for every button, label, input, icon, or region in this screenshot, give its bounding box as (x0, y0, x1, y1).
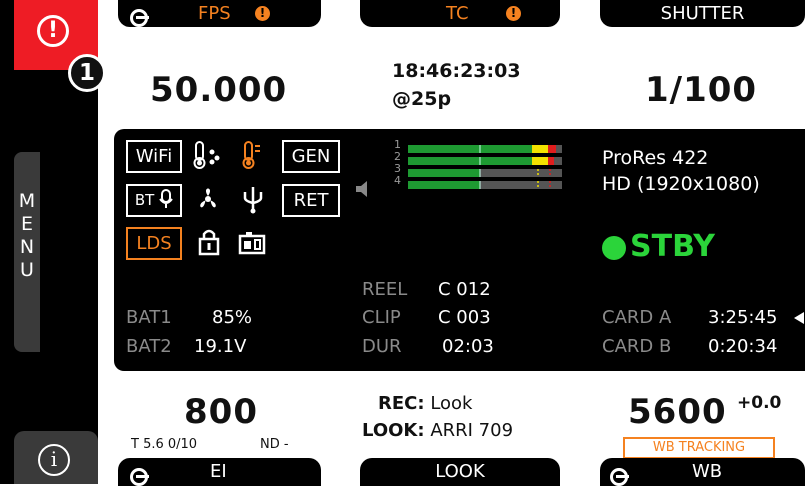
look-tab-label: LOOK (435, 461, 485, 482)
audio-meter-ch3 (408, 169, 562, 177)
clip-label: CLIP (362, 307, 401, 328)
card-b-label: CARD B (602, 336, 672, 357)
wb-tint-value: +0.0 (737, 393, 782, 413)
fan-icon (188, 184, 228, 224)
tab-wb[interactable]: WB (600, 458, 805, 486)
nd-value: ND - (260, 437, 289, 452)
warning-icon: ! (37, 15, 69, 47)
card-a-value: 3:25:45 (708, 307, 778, 328)
timecode-rate: @25p (392, 88, 452, 110)
ei-tab-label: EI (210, 461, 227, 482)
fps-tab-label: FPS (198, 3, 231, 24)
shutter-value[interactable]: 1/100 (645, 70, 757, 110)
lds-indicator: LDS (126, 227, 182, 260)
audio-meter-ch4 (408, 181, 562, 189)
look-value: ARRI 709 (430, 420, 514, 441)
timecode-value[interactable]: 18:46:23:03 (392, 60, 521, 82)
dur-label: DUR (362, 336, 402, 357)
active-card-arrow-icon (794, 312, 804, 324)
usb-icon (238, 184, 268, 224)
ret-indicator: RET (282, 184, 340, 217)
lens-icon (130, 468, 149, 486)
tab-tc[interactable]: TC ! (360, 0, 560, 27)
bat2-label: BAT2 (126, 336, 172, 357)
record-status: STBY (630, 229, 716, 264)
clip-value: C 003 (438, 307, 491, 328)
wifi-indicator: WiFi (126, 140, 182, 173)
bat2-value: 19.1V (194, 336, 247, 357)
card-a-label: CARD A (602, 307, 672, 328)
warning-count-badge: 1 (68, 54, 106, 92)
lens-icon (130, 9, 149, 27)
audio-meter (408, 145, 562, 189)
lock-icon (192, 227, 226, 267)
bt-indicator: BT (126, 184, 182, 217)
card-b-value: 0:20:34 (708, 336, 778, 357)
bat1-label: BAT1 (126, 307, 172, 328)
status-panel: WiFi GEN BT RET LDS 1 2 3 4 ProRes 422 H… (114, 129, 805, 371)
thermometer-fan-icon (188, 140, 228, 180)
reel-label: REEL (362, 279, 408, 300)
exposure-sub: T 5.6 0/10 (131, 437, 198, 452)
tab-look[interactable]: LOOK (360, 458, 560, 486)
tc-tab-label: TC (446, 3, 469, 24)
speaker-icon (356, 181, 367, 197)
rec-row[interactable]: REC: Look (378, 393, 472, 414)
fps-value[interactable]: 50.000 (150, 70, 287, 110)
look-label: LOOK: (362, 420, 425, 441)
camera-lock-icon (232, 227, 272, 267)
lens-icon (610, 468, 629, 486)
resolution-value: HD (1920x1080) (602, 173, 760, 195)
ei-value[interactable]: 800 (184, 392, 258, 432)
tab-shutter[interactable]: SHUTTER (600, 0, 805, 27)
shutter-tab-label: SHUTTER (660, 3, 745, 24)
audio-channel-4: 4 (394, 174, 401, 187)
temperature-warning-icon (236, 140, 268, 180)
wb-value[interactable]: 5600 (628, 392, 727, 432)
bt-label: BT (134, 191, 155, 209)
audio-meter-ch2 (408, 157, 562, 165)
codec-value: ProRes 422 (602, 147, 709, 169)
menu-label: MENU (18, 190, 36, 281)
gen-indicator: GEN (282, 140, 340, 173)
look-row[interactable]: LOOK: ARRI 709 (362, 420, 513, 441)
reel-value: C 012 (438, 279, 491, 300)
wb-tab-label: WB (692, 461, 723, 482)
status-dot-icon (602, 236, 626, 260)
fps-warning-icon: ! (255, 6, 270, 21)
tc-warning-icon: ! (506, 6, 521, 21)
rec-value: Look (430, 393, 473, 414)
info-icon: i (38, 444, 70, 476)
audio-meter-ch1 (408, 145, 562, 153)
rec-label: REC: (378, 393, 425, 414)
dur-value: 02:03 (442, 336, 494, 357)
wb-tracking-badge: WB TRACKING (623, 437, 775, 459)
tab-fps[interactable]: FPS ! (118, 0, 321, 27)
tab-ei[interactable]: EI (118, 458, 321, 486)
bat1-value: 85% (212, 307, 253, 328)
